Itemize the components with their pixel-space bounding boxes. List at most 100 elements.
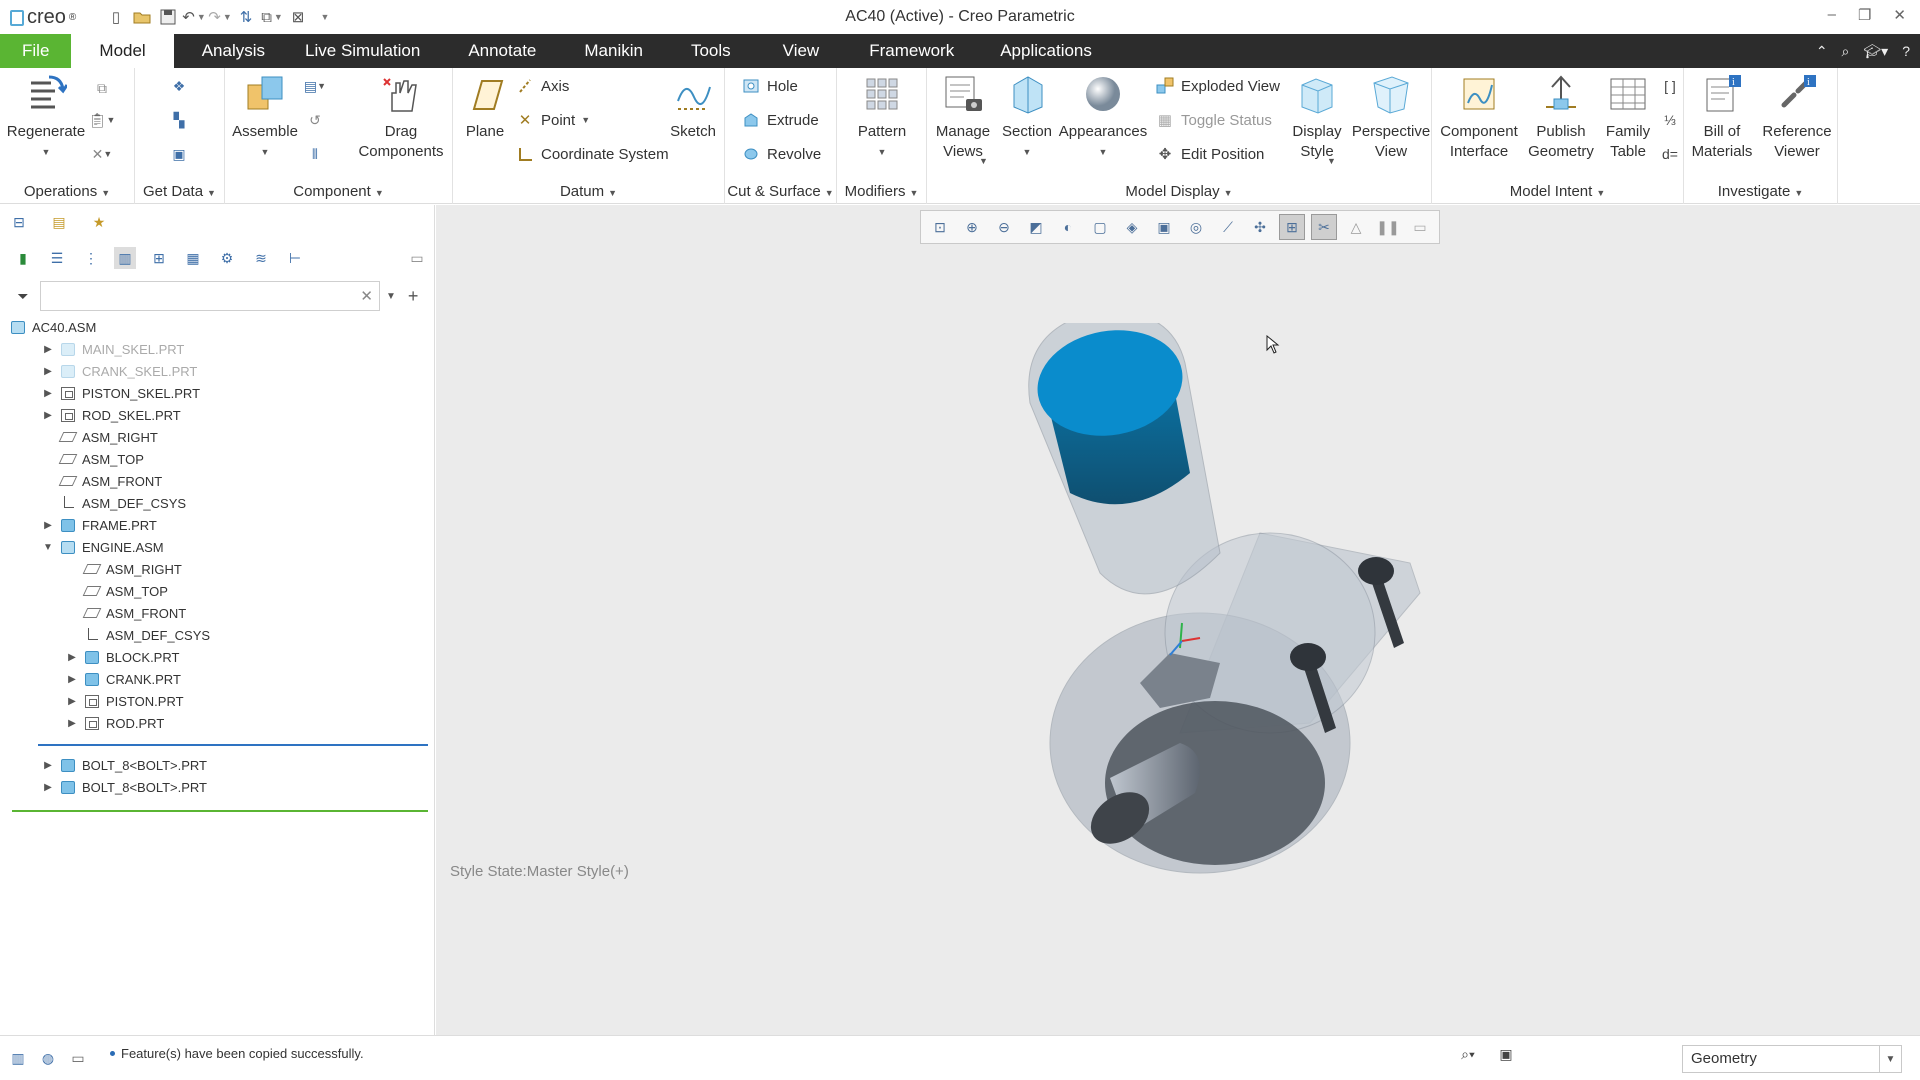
datum-label[interactable]: Datum ▼ [453, 183, 724, 200]
model-display-label[interactable]: Model Display ▼ [927, 183, 1431, 200]
expand-arrow-icon[interactable]: ▶ [66, 674, 78, 685]
view-manager-icon[interactable]: ◈ [1119, 214, 1145, 240]
modifiers-label[interactable]: Modifiers ▼ [837, 183, 926, 200]
tree-item[interactable]: ASM_DEF_CSYS [66, 624, 210, 646]
drag-icon[interactable]: △ [1343, 214, 1369, 240]
repeat-icon[interactable]: ↺ [305, 110, 325, 130]
expand-arrow-icon[interactable]: ▶ [42, 344, 54, 355]
favorites-tab-icon[interactable]: ★ [88, 211, 110, 233]
collapse-ribbon-icon[interactable]: ⌃ [1816, 43, 1828, 60]
tree-item[interactable]: ▶ CRANK_SKEL.PRT [42, 360, 197, 382]
tree-item[interactable]: ▶ PISTON.PRT [66, 690, 183, 712]
selection-filter-dropdown[interactable]: Geometry ▼ [1682, 1045, 1902, 1073]
appearances-button[interactable]: Appearances ▼ [1057, 72, 1149, 162]
model-intent-label[interactable]: Model Intent ▼ [1432, 183, 1683, 200]
expand-arrow-icon[interactable]: ▶ [42, 760, 54, 771]
drag-components-button[interactable]: Drag Components [355, 72, 447, 162]
tree-item[interactable]: ▶ BLOCK.PRT [66, 646, 179, 668]
tree-item[interactable]: ▶ BOLT_8<BOLT>.PRT [42, 754, 207, 776]
repaint-icon[interactable]: ◩ [1023, 214, 1049, 240]
panel-options-icon[interactable]: ▭ [406, 247, 428, 269]
tab-live-simulation[interactable]: Live Simulation [285, 34, 440, 68]
tree-item[interactable]: AC40.ASM [10, 316, 96, 338]
pause-icon[interactable]: ❚❚ [1375, 214, 1401, 240]
search-icon[interactable]: ⌕ [1842, 43, 1850, 60]
component-label[interactable]: Component ▼ [225, 183, 452, 200]
reference-viewer-button[interactable]: i Reference Viewer [1760, 72, 1834, 162]
expand-arrow-icon[interactable]: ▶ [66, 652, 78, 663]
tree-search-input[interactable]: ✕ [40, 281, 380, 311]
tree-item[interactable]: ▶ BOLT_8<BOLT>.PRT [42, 776, 207, 798]
plane-button[interactable]: Plane [457, 72, 513, 142]
operations-label[interactable]: Operations ▼ [0, 183, 134, 200]
tab-annotate[interactable]: Annotate [440, 34, 564, 68]
tab-file[interactable]: File [0, 34, 72, 68]
tab-tools[interactable]: Tools [663, 34, 759, 68]
close-icon[interactable]: ✕ [1893, 6, 1906, 24]
tab-applications[interactable]: Applications [980, 34, 1112, 68]
search-options-icon[interactable]: ▼ [386, 291, 396, 302]
folder-browser-tab-icon[interactable]: ▤ [48, 211, 70, 233]
shrinkwrap-icon[interactable]: ▣ [169, 144, 189, 164]
insert-indicator-line[interactable] [38, 744, 428, 746]
show-browser-icon[interactable]: ◍ [38, 1048, 58, 1068]
help-icon[interactable]: ? [1902, 43, 1910, 59]
tab-view[interactable]: View [759, 34, 844, 68]
component-interface-button[interactable]: Component Interface [1438, 72, 1520, 162]
tree-item[interactable]: ▶ CRANK.PRT [66, 668, 181, 690]
tree-item[interactable]: ▶ ROD.PRT [66, 712, 164, 734]
tree-item[interactable]: ASM_FRONT [42, 470, 162, 492]
regenerate-button[interactable]: Regenerate ▼ [6, 72, 86, 162]
tree-item[interactable]: ▶ MAIN_SKEL.PRT [42, 338, 184, 360]
tab-model[interactable]: Model [71, 34, 174, 68]
section-button[interactable]: Section ▼ [999, 72, 1055, 162]
bill-of-materials-button[interactable]: i Bill of Materials [1686, 72, 1758, 162]
tab-manikin[interactable]: Manikin [564, 34, 663, 68]
full-screen-icon[interactable]: ▭ [68, 1048, 88, 1068]
display-style-icon[interactable]: ◐ [1055, 214, 1081, 240]
references-icon[interactable]: ⊢ [284, 247, 306, 269]
graphics-window[interactable]: ⊡ ⊕ ⊖ ◩ ◐ ▢ ◈ ▣ ◎ ⟋ ✣ ⊞ ✂ △ ❚❚ ▭ Style S… [436, 205, 1920, 1035]
tree-item[interactable]: ASM_TOP [42, 448, 144, 470]
delete-icon[interactable]: ✕ ▼ [92, 144, 113, 164]
restore-icon[interactable]: ❐ [1858, 6, 1871, 24]
tree-item[interactable]: ASM_RIGHT [66, 558, 182, 580]
add-column-icon[interactable]: + [408, 286, 419, 307]
cut-surface-label[interactable]: Cut & Surface ▼ [725, 183, 836, 200]
tree-item[interactable]: ▼ ENGINE.ASM [42, 536, 164, 558]
clear-search-icon[interactable]: ✕ [360, 287, 373, 305]
layers-icon[interactable]: ≋ [250, 247, 272, 269]
tree-filter-icon[interactable]: ⊞ [148, 247, 170, 269]
layer-tree-icon[interactable]: ⋮ [80, 247, 102, 269]
tree-item[interactable]: ASM_DEF_CSYS [42, 492, 186, 514]
saved-orientations-icon[interactable]: ▢ [1087, 214, 1113, 240]
datum-display-icon[interactable]: ⟋ [1215, 214, 1241, 240]
expand-arrow-icon[interactable]: ▶ [66, 696, 78, 707]
expand-arrow-icon[interactable]: ▶ [66, 718, 78, 729]
user-defined-feature-icon[interactable]: ❖ [169, 76, 189, 96]
tree-item[interactable]: ASM_RIGHT [42, 426, 158, 448]
model-tree-icon[interactable]: ▮ [12, 247, 34, 269]
regen-disabled-icon[interactable]: ▭ [1407, 214, 1433, 240]
tree-view-icon[interactable]: ☰ [46, 247, 68, 269]
point-button[interactable]: ✕ Point ▼ [515, 110, 590, 130]
hole-button[interactable]: Hole [741, 76, 798, 96]
switch-dimensions-icon[interactable]: ⅓ [1660, 110, 1680, 130]
copy-geometry-icon[interactable]: ▚ [169, 110, 189, 130]
expand-arrow-icon[interactable]: ▶ [42, 388, 54, 399]
tab-analysis[interactable]: Analysis [182, 34, 285, 68]
get-data-label[interactable]: Get Data ▼ [135, 183, 224, 200]
family-table-button[interactable]: Family Table [1600, 72, 1656, 162]
tree-item[interactable]: ▶ ROD_SKEL.PRT [42, 404, 181, 426]
learning-icon[interactable]: 🎓︎▾ [1863, 43, 1888, 60]
settings-gear-icon[interactable]: ⚙ [216, 247, 238, 269]
pattern-button[interactable]: Pattern ▼ [847, 72, 917, 162]
mirror-component-icon[interactable]: ⫴ [305, 144, 325, 164]
show-navigator-icon[interactable]: ▥ [8, 1048, 28, 1068]
expand-arrow-icon[interactable]: ▶ [42, 410, 54, 421]
zoom-in-icon[interactable]: ⊕ [959, 214, 985, 240]
expand-arrow-icon[interactable]: ▶ [42, 366, 54, 377]
insert-here-line[interactable] [12, 810, 428, 812]
extrude-button[interactable]: Extrude [741, 110, 819, 130]
toggle-status-button[interactable]: ▦ Toggle Status [1155, 110, 1272, 130]
